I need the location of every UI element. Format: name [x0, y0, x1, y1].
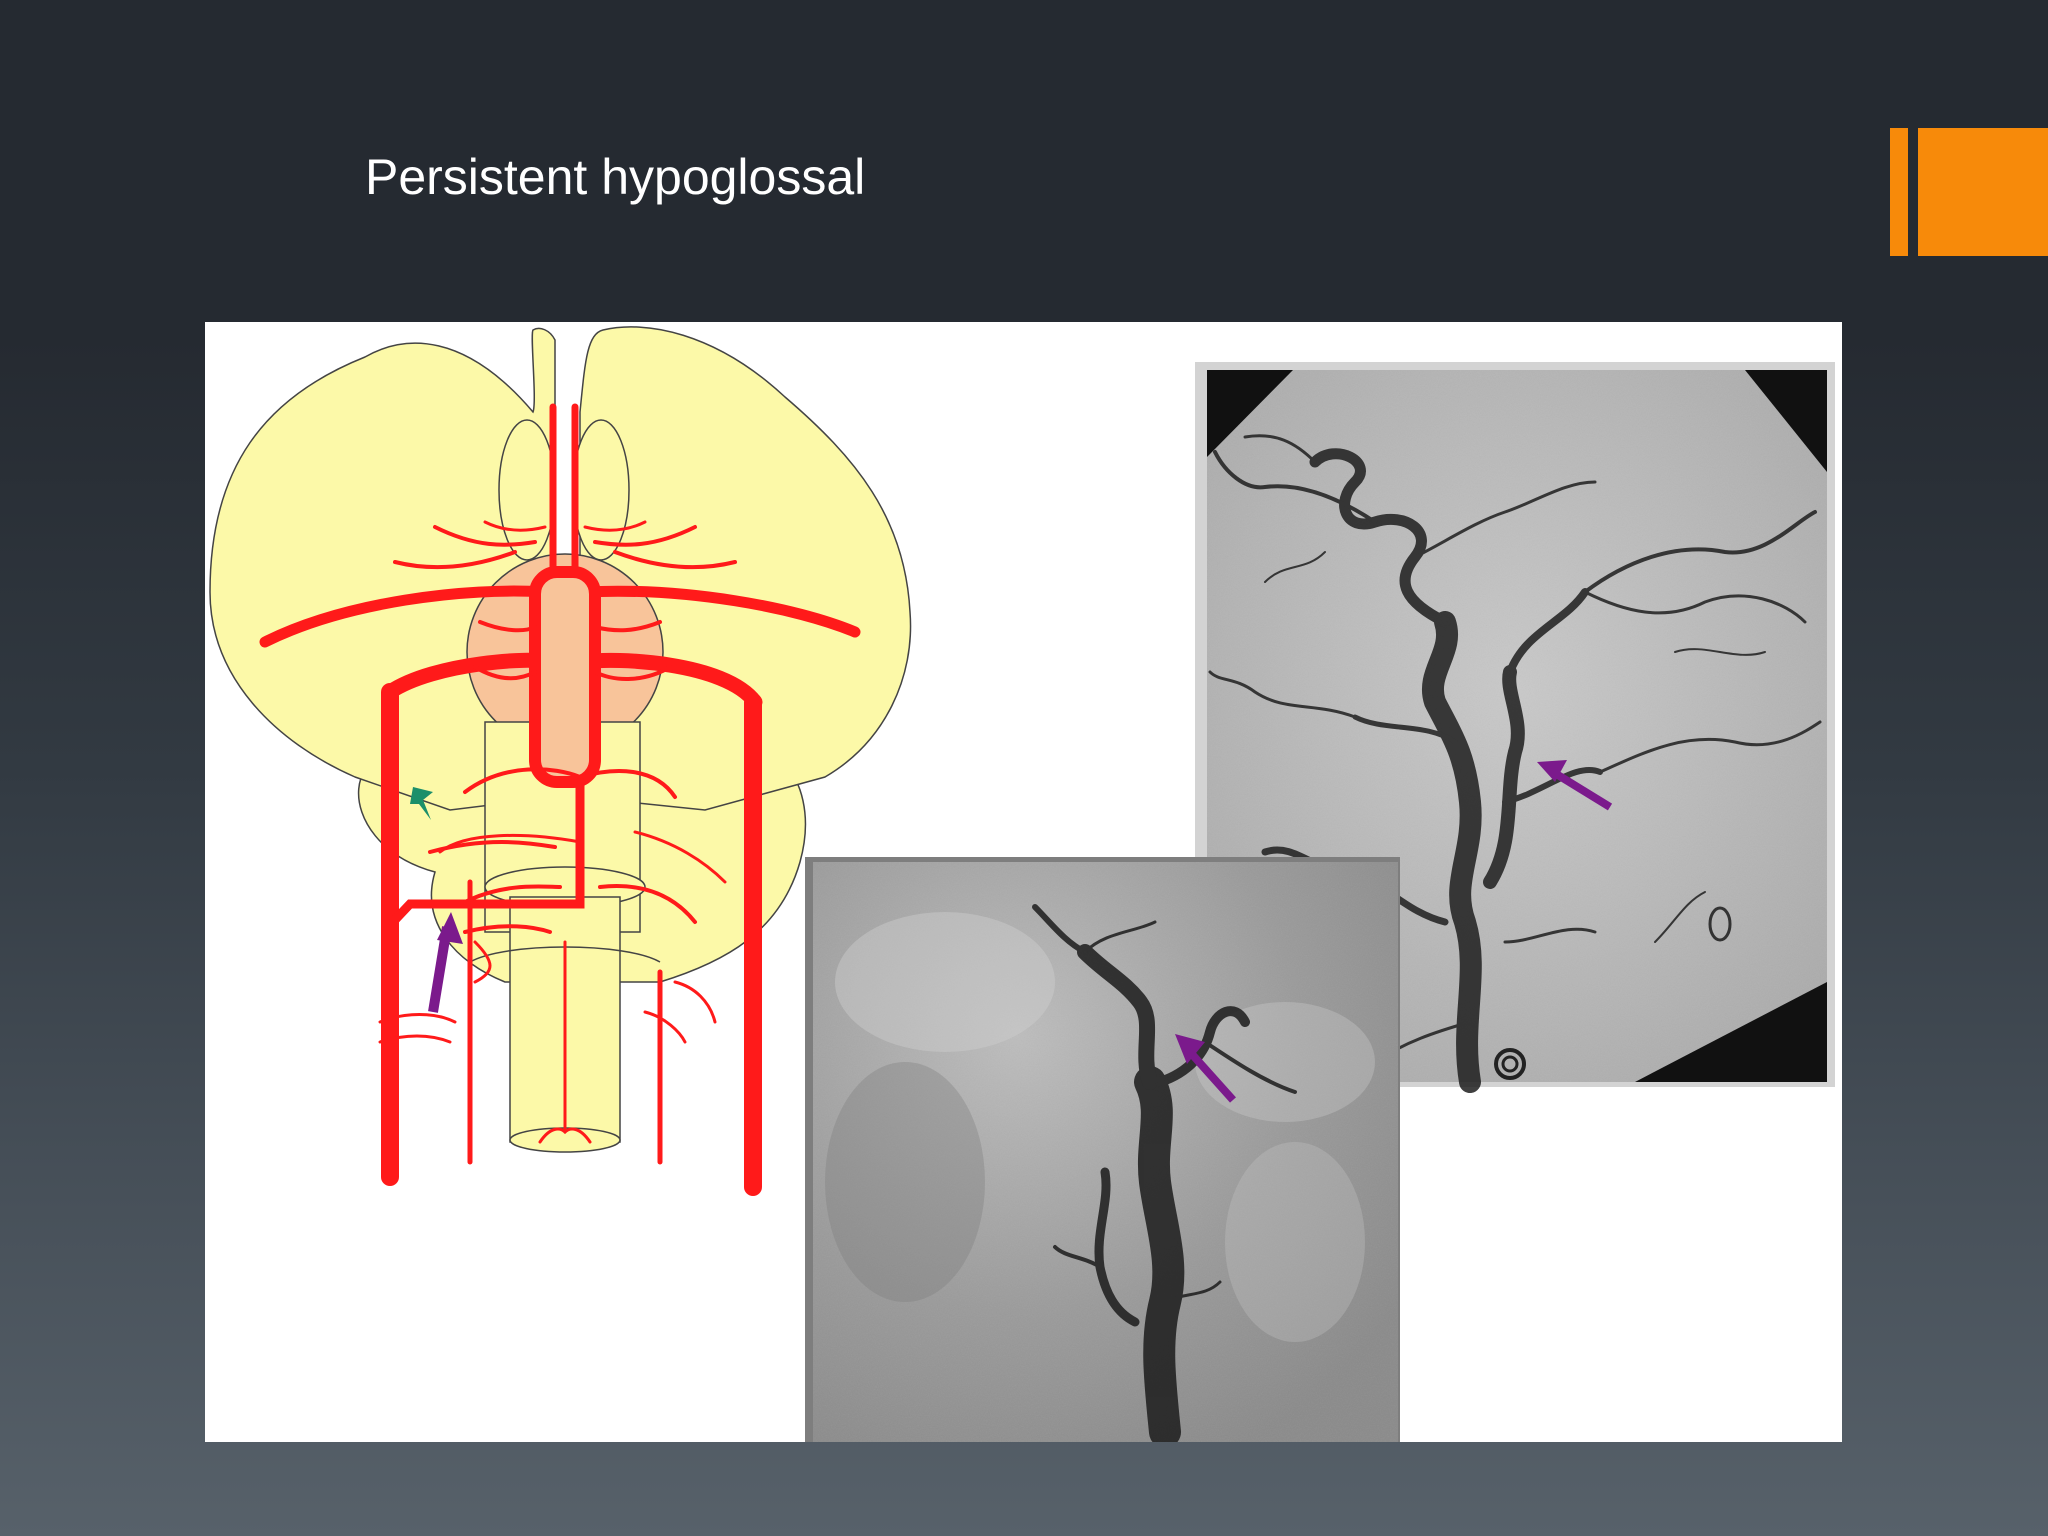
figure-panel	[205, 322, 1842, 1442]
right-frontal-lobe	[572, 419, 630, 561]
accent-bar-block	[1918, 128, 2048, 256]
slide-title: Persistent hypoglossal	[365, 149, 866, 205]
figure-svg	[209, 326, 1835, 1442]
accent-bar-thin	[1890, 128, 1908, 256]
left-frontal-lobe	[498, 419, 556, 561]
